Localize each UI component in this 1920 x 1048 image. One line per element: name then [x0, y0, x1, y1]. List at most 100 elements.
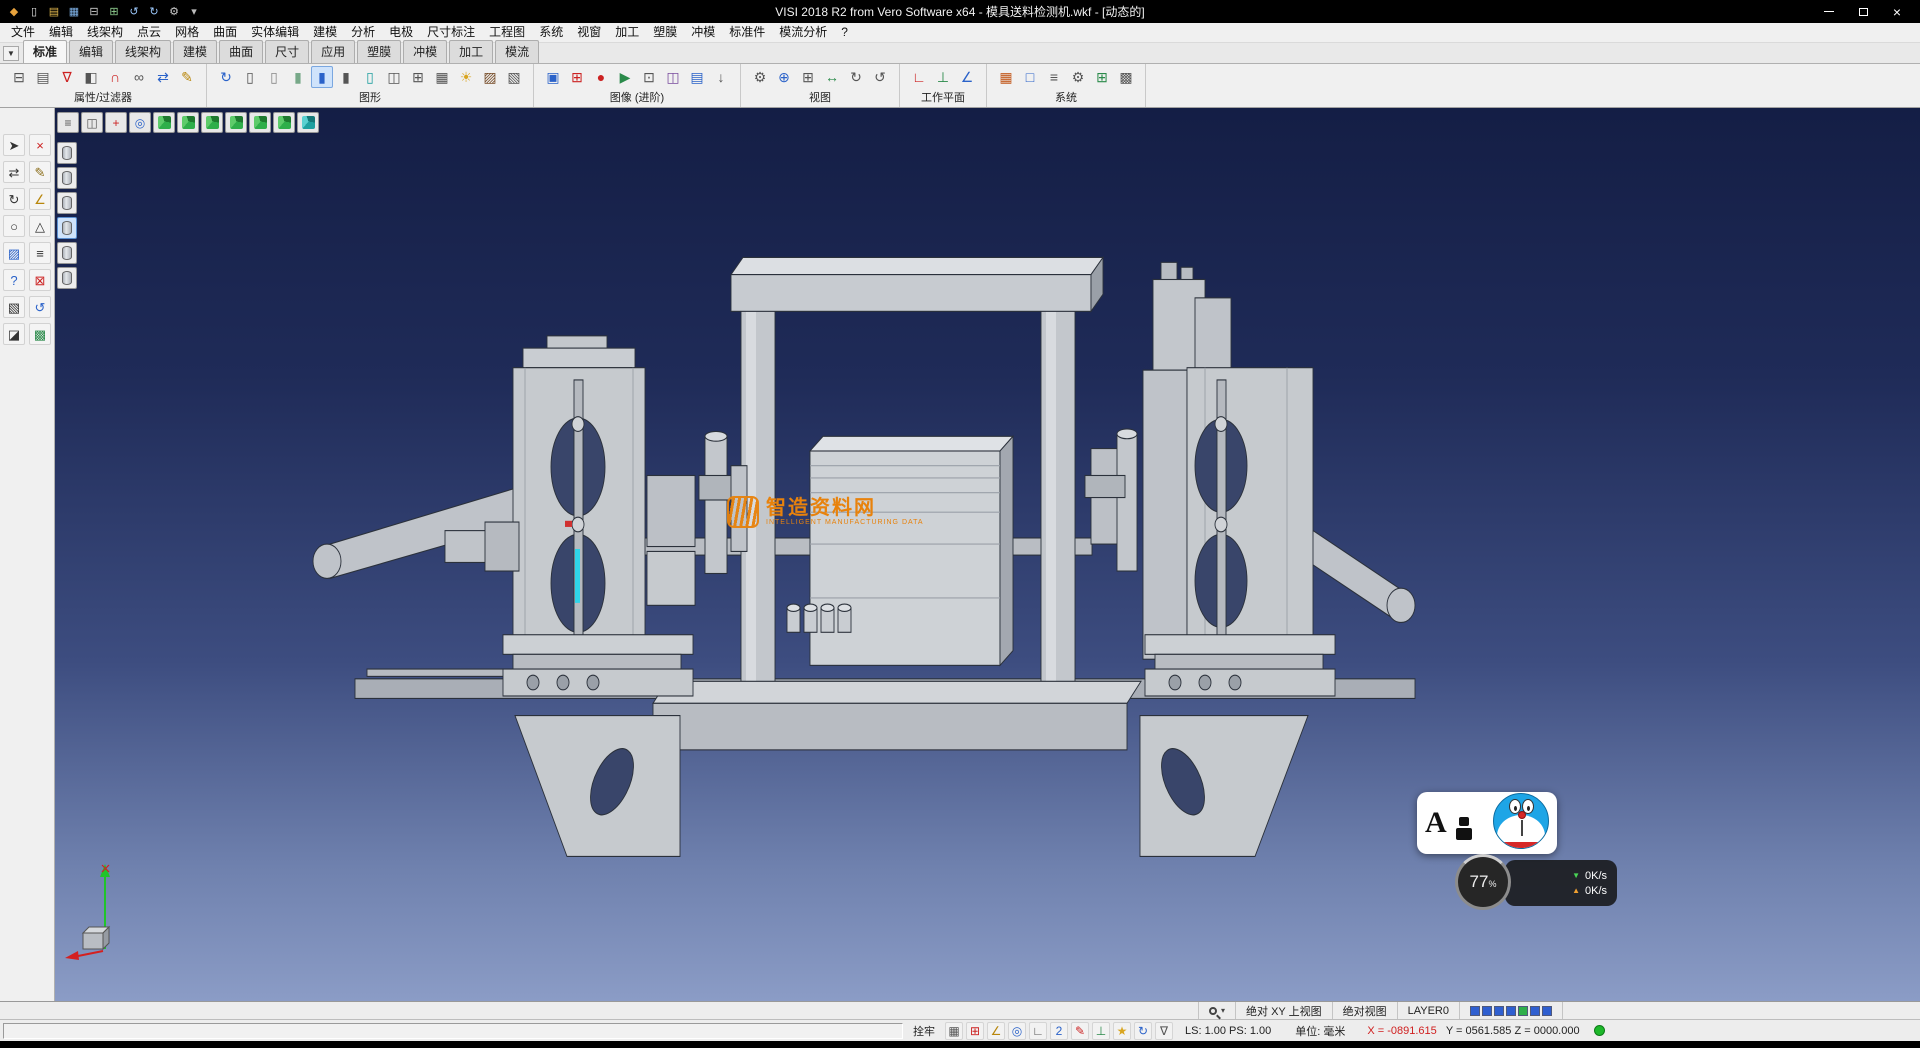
redo-icon[interactable]: ↻ [146, 4, 162, 20]
hatch-icon[interactable]: ▧ [3, 296, 25, 318]
view-mode-indicator[interactable]: 绝对 XY 上视图 [1235, 1002, 1332, 1019]
info-icon[interactable]: ? [3, 269, 25, 291]
selection-mask-icon[interactable]: ◧ [80, 66, 102, 88]
attribute-brush-icon[interactable]: ✎ [176, 66, 198, 88]
open-file-icon[interactable]: ▤ [46, 4, 62, 20]
view-ref-indicator[interactable]: 绝对视图 [1332, 1002, 1397, 1019]
link-icon[interactable]: ∞ [128, 66, 150, 88]
axes-icon[interactable]: + [105, 112, 127, 133]
layer-swatch[interactable] [1542, 1006, 1552, 1016]
polar-snap-icon[interactable]: ∠ [987, 1022, 1005, 1040]
tab-flow[interactable]: 模流 [495, 40, 539, 63]
ortho-icon[interactable]: ∟ [1029, 1022, 1047, 1040]
swap-icon[interactable]: ⇄ [152, 66, 174, 88]
multi-window-icon[interactable]: ⊞ [407, 66, 429, 88]
tab-machining[interactable]: 加工 [449, 40, 493, 63]
sketch-icon[interactable]: ✎ [29, 161, 51, 183]
menu-plastic[interactable]: 塑膜 [646, 23, 684, 42]
sketch-mode-icon[interactable]: ✎ [1071, 1022, 1089, 1040]
menu-machining[interactable]: 加工 [608, 23, 646, 42]
rendered-mode-icon[interactable]: ▮ [335, 66, 357, 88]
assist-icon[interactable]: 2 [1050, 1022, 1068, 1040]
workplane-xy-icon[interactable]: ∟ [908, 66, 930, 88]
minimize-button[interactable] [1812, 0, 1846, 23]
tab-wireframe[interactable]: 线架构 [115, 40, 171, 63]
filter-solid-icon[interactable] [57, 192, 77, 214]
find-view-control[interactable]: ▾ [1198, 1002, 1235, 1019]
filter-active-icon[interactable] [57, 217, 77, 239]
tab-die[interactable]: 冲模 [403, 40, 447, 63]
measure-icon[interactable]: ∠ [29, 188, 51, 210]
color-palette-icon[interactable]: ▦ [995, 66, 1017, 88]
hidden-line-mode-icon[interactable]: ▯ [263, 66, 285, 88]
redraw-icon[interactable]: ↻ [215, 66, 237, 88]
refresh-status-icon[interactable]: ↻ [1134, 1022, 1152, 1040]
view-menu-icon[interactable]: ≡ [57, 112, 79, 133]
filter-all-icon[interactable] [57, 267, 77, 289]
background-icon[interactable]: ▧ [503, 66, 525, 88]
calculator-icon[interactable]: ▩ [1115, 66, 1137, 88]
plot-icon[interactable]: ⊞ [106, 4, 122, 20]
filter-surface-icon[interactable] [57, 167, 77, 189]
viewport-3d[interactable]: ≡◫+◎ [55, 108, 1920, 1001]
menu-window[interactable]: 视窗 [570, 23, 608, 42]
tab-plastic[interactable]: 塑膜 [357, 40, 401, 63]
previous-view-icon[interactable]: ↺ [869, 66, 891, 88]
workplane-lock-icon[interactable]: ⊥ [1092, 1022, 1110, 1040]
message-field[interactable] [3, 1023, 903, 1039]
circle-icon[interactable]: ○ [3, 215, 25, 237]
image-gallery-icon[interactable]: ▤ [686, 66, 708, 88]
undo-icon[interactable]: ↺ [126, 4, 142, 20]
top-view-icon[interactable] [177, 112, 199, 133]
zoom-window-icon[interactable]: ⊞ [797, 66, 819, 88]
osnap-icon[interactable]: ◎ [1008, 1022, 1026, 1040]
ime-assistant-card[interactable]: A [1417, 792, 1557, 854]
close-button[interactable]: × [1880, 0, 1914, 23]
restore-button[interactable] [1846, 0, 1880, 23]
menu-help[interactable]: ? [834, 23, 855, 42]
play-animation-icon[interactable]: ▶ [614, 66, 636, 88]
filter-wireframe-icon[interactable] [57, 142, 77, 164]
workplane-align-icon[interactable]: ⊥ [932, 66, 954, 88]
layers-icon[interactable]: ≡ [29, 242, 51, 264]
rotate-icon[interactable]: ↻ [3, 188, 25, 210]
print-attributes-icon[interactable]: ⊟ [8, 66, 30, 88]
shaded-iso-view-icon[interactable] [297, 112, 319, 133]
tab-dimension[interactable]: 尺寸 [265, 40, 309, 63]
export-image-icon[interactable]: ↓ [710, 66, 732, 88]
properties-icon[interactable]: ▤ [32, 66, 54, 88]
image-list-icon[interactable]: ⊞ [566, 66, 588, 88]
front-view-icon[interactable] [201, 112, 223, 133]
tab-dropdown-icon[interactable]: ▼ [3, 46, 19, 61]
active-layer-indicator[interactable]: LAYER0 [1397, 1002, 1459, 1019]
layer-manager-icon[interactable]: ⊞ [1091, 66, 1113, 88]
network-speed-widget[interactable]: ▼0K/s ▲0K/s [1505, 860, 1617, 906]
delete-icon[interactable]: × [29, 134, 51, 156]
zoom-fit-icon[interactable]: ⊕ [773, 66, 795, 88]
layer-swatch[interactable] [1506, 1006, 1516, 1016]
display-config-icon[interactable]: □ [1019, 66, 1041, 88]
tab-standard[interactable]: 标准 [23, 40, 67, 63]
tab-application[interactable]: 应用 [311, 40, 355, 63]
clipboard-icon[interactable]: ◪ [3, 323, 25, 345]
lights-icon[interactable]: ☀ [455, 66, 477, 88]
filter-status-icon[interactable]: ∇ [1155, 1022, 1173, 1040]
transparency-icon[interactable]: ▯ [359, 66, 381, 88]
tab-edit[interactable]: 编辑 [69, 40, 113, 63]
translate-icon[interactable]: ⇄ [3, 161, 25, 183]
view-settings-icon[interactable]: ⚙ [749, 66, 771, 88]
layer-swatch[interactable] [1518, 1006, 1528, 1016]
undo-icon[interactable]: ↺ [29, 296, 51, 318]
compare-images-icon[interactable]: ◫ [662, 66, 684, 88]
erase-icon[interactable]: ⊠ [29, 269, 51, 291]
new-file-icon[interactable]: ▯ [26, 4, 42, 20]
dynamic-rotate-icon[interactable]: ◎ [129, 112, 151, 133]
filter-icon[interactable]: ∇ [56, 66, 78, 88]
grid-snap-icon[interactable]: ⊞ [966, 1022, 984, 1040]
section-view-icon[interactable]: ◫ [383, 66, 405, 88]
layer-swatch[interactable] [1482, 1006, 1492, 1016]
wireframe-mode-icon[interactable]: ▯ [239, 66, 261, 88]
menu-flow-analysis[interactable]: 模流分析 [772, 23, 834, 42]
color-icon[interactable]: ▨ [3, 242, 25, 264]
workplane-free-icon[interactable]: ∠ [956, 66, 978, 88]
